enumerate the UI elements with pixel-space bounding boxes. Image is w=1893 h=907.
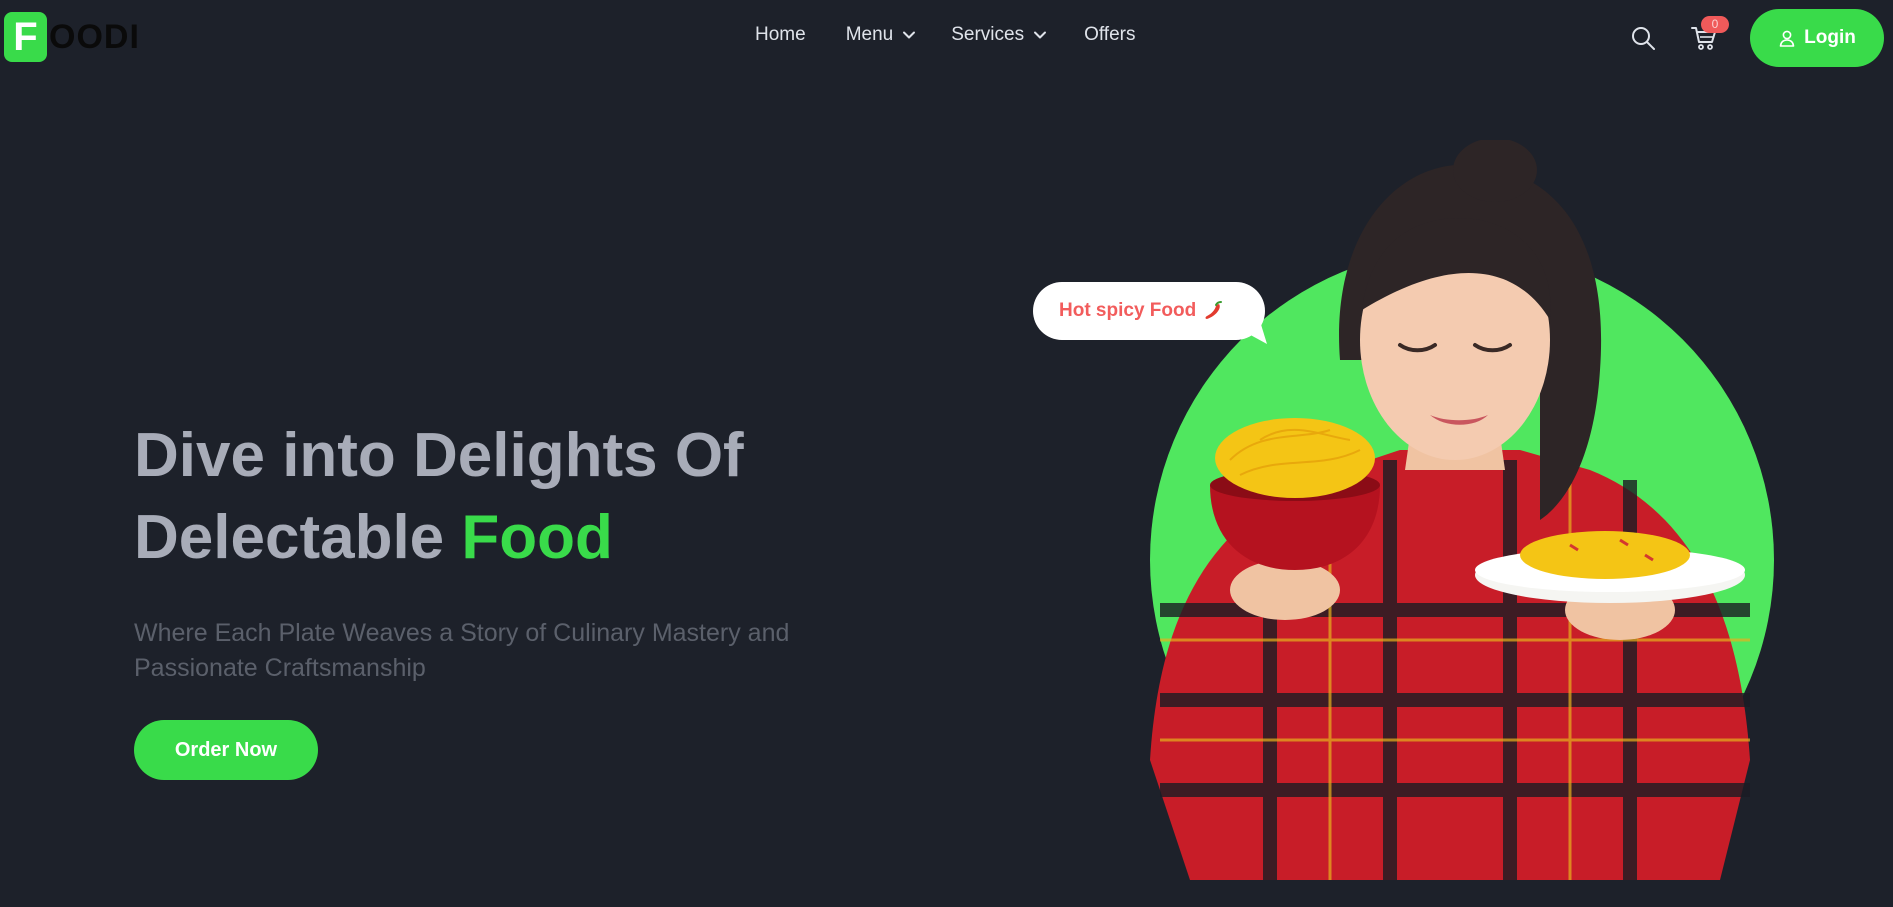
hero-headline: Dive into Delights Of Delectable Food [134, 415, 744, 579]
nav-item-label: Services [951, 24, 1025, 45]
logo-badge: F [4, 12, 47, 62]
chili-pepper-icon [1205, 301, 1223, 319]
navbar: F OODI Home Menu Services Offers 0 Login [0, 0, 1893, 76]
nav-item-offers[interactable]: Offers [1084, 24, 1135, 46]
nav-item-menu[interactable]: Menu [846, 24, 918, 46]
hero-image [1150, 140, 1774, 880]
cart-count-badge: 0 [1701, 16, 1729, 33]
speech-bubble-text: Hot spicy Food [1059, 300, 1197, 321]
nav-item-label: Menu [845, 24, 894, 45]
headline-line-2-prefix: Delectable [134, 503, 445, 572]
chevron-down-icon [1034, 31, 1047, 39]
nav-item-label: Offers [1084, 24, 1136, 45]
page: F OODI Home Menu Services Offers 0 Login… [0, 0, 1893, 907]
nav-item-label: Home [755, 24, 806, 45]
speech-bubble-tail [1245, 318, 1267, 344]
noodles-plate [1520, 531, 1690, 579]
logo-text: OODI [49, 17, 140, 56]
hero-subtext: Where Each Plate Weaves a Story of Culin… [134, 619, 790, 682]
order-now-button[interactable]: Order Now [134, 720, 318, 780]
nav-links: Home Menu Services Offers [755, 24, 1135, 46]
headline-line-1: Dive into Delights Of [134, 421, 744, 490]
brand-logo[interactable]: F OODI [4, 12, 140, 62]
login-label: Login [1804, 27, 1856, 48]
search-icon[interactable] [1630, 25, 1656, 51]
nav-item-services[interactable]: Services [951, 24, 1048, 46]
login-button[interactable]: Login [1750, 9, 1884, 67]
user-icon [1779, 30, 1795, 47]
headline-accent: Food [461, 503, 613, 572]
nav-item-home[interactable]: Home [755, 24, 806, 46]
speech-bubble: Hot spicy Food [1033, 282, 1265, 340]
chevron-down-icon [903, 31, 916, 39]
